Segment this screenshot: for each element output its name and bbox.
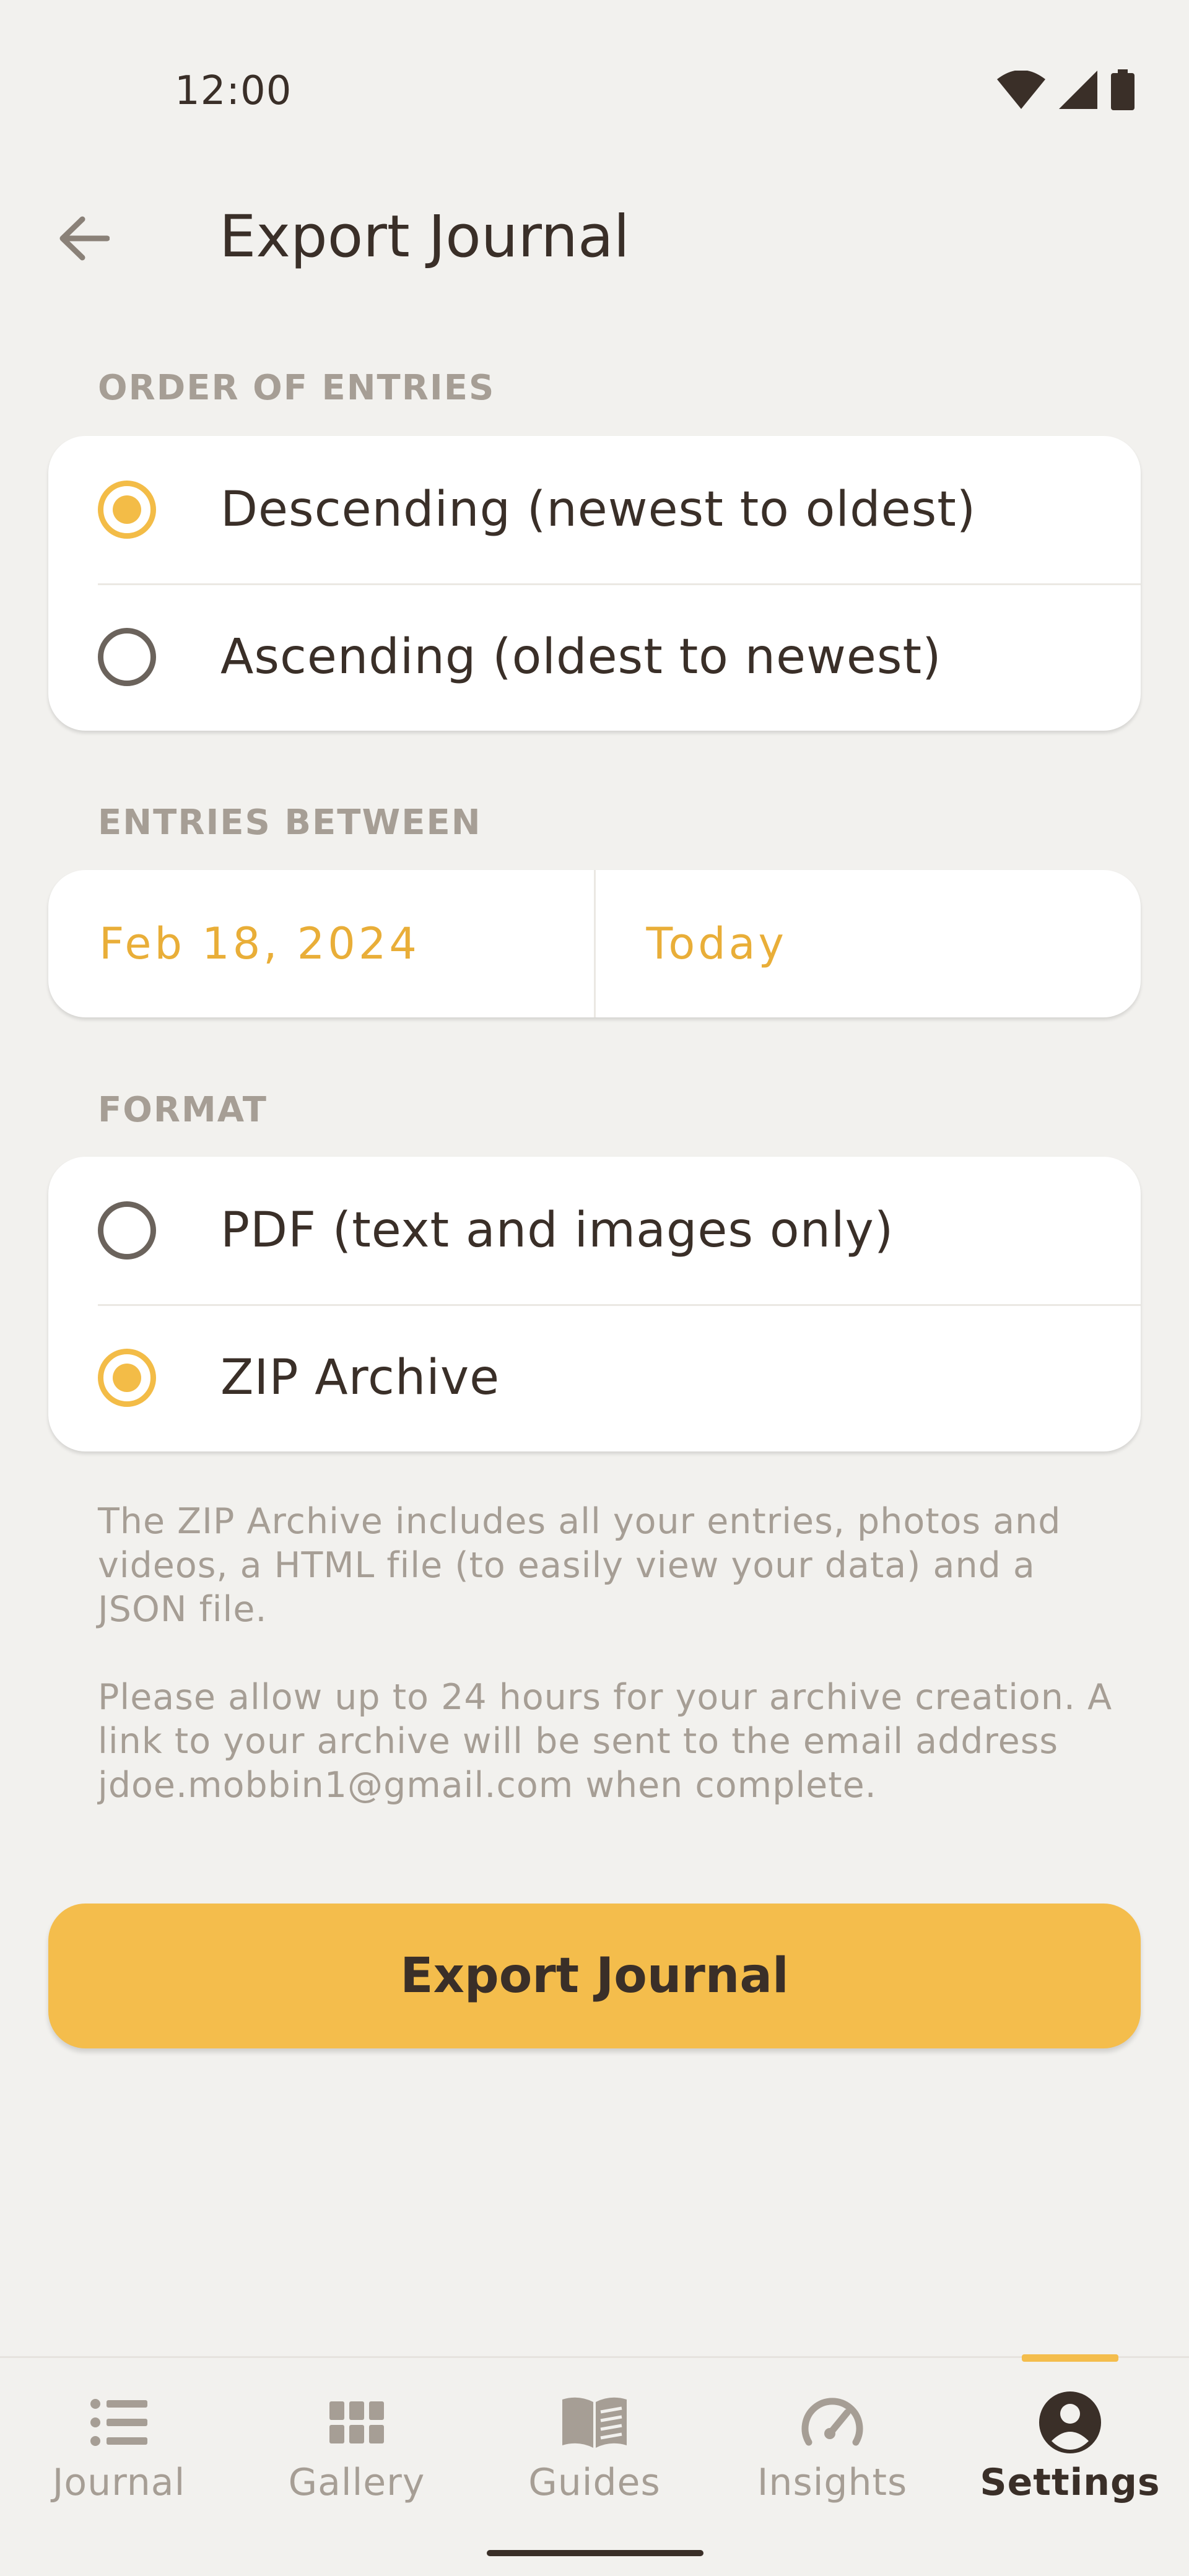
radio-checked-icon [98,1349,156,1407]
nav-item-journal[interactable]: Journal [0,2358,238,2519]
zip-info-text: The ZIP Archive includes all your entrie… [98,1501,1061,1630]
email-info-text: Please allow up to 24 hours for your arc… [98,1677,1113,1806]
start-date-field[interactable]: Feb 18, 2024 [48,870,594,1017]
page-title: Export Journal [219,203,630,271]
radio-checked-icon [98,481,156,539]
gauge-icon [801,2398,863,2446]
format-option-pdf[interactable]: PDF (text and images only) [48,1157,1141,1304]
format-card: PDF (text and images only) ZIP Archive [48,1157,1141,1451]
radio-unchecked-icon [98,628,156,686]
battery-icon [1111,69,1135,110]
option-label: PDF (text and images only) [220,1203,894,1258]
status-time: 12:00 [175,68,292,114]
app-bar: Export Journal [0,186,1189,285]
nav-label: Guides [528,2461,661,2504]
option-label: Ascending (oldest to newest) [220,629,942,685]
order-section-label: ORDER OF ENTRIES [98,368,495,408]
status-bar: 12:00 [0,0,1189,186]
format-option-zip[interactable]: ZIP Archive [48,1304,1141,1451]
radio-unchecked-icon [98,1201,156,1260]
nav-item-insights[interactable]: Insights [713,2358,951,2519]
book-icon [562,2397,627,2448]
grid-icon [329,2401,384,2443]
home-indicator[interactable] [487,2550,703,2556]
nav-label: Journal [52,2461,186,2504]
nav-label: Gallery [288,2461,425,2504]
status-icons [997,69,1135,110]
nav-item-gallery[interactable]: Gallery [238,2358,476,2519]
order-card: Descending (newest to oldest) Ascending … [48,436,1141,731]
back-button[interactable] [43,198,124,279]
wifi-icon [997,71,1045,109]
order-option-descending[interactable]: Descending (newest to oldest) [48,436,1141,583]
date-range-card: Feb 18, 2024 Today [48,870,1141,1017]
list-icon [90,2399,147,2446]
arrow-left-icon [59,216,110,261]
nav-label: Insights [757,2461,908,2504]
account-circle-icon [1039,2391,1101,2453]
option-label: ZIP Archive [220,1350,500,1406]
option-label: Descending (newest to oldest) [220,482,977,537]
order-option-ascending[interactable]: Ascending (oldest to newest) [48,583,1141,731]
range-section-label: ENTRIES BETWEEN [98,803,482,843]
nav-label: Settings [980,2461,1161,2504]
nav-item-settings[interactable]: Settings [951,2358,1189,2519]
end-date-field[interactable]: Today [593,870,1141,1017]
export-journal-button[interactable]: Export Journal [48,1904,1141,2048]
bottom-nav: Journal Gallery Guides Insights Settings [0,2354,1189,2576]
format-section-label: FORMAT [98,1090,268,1130]
cellular-icon [1059,71,1097,109]
nav-item-guides[interactable]: Guides [476,2358,713,2519]
